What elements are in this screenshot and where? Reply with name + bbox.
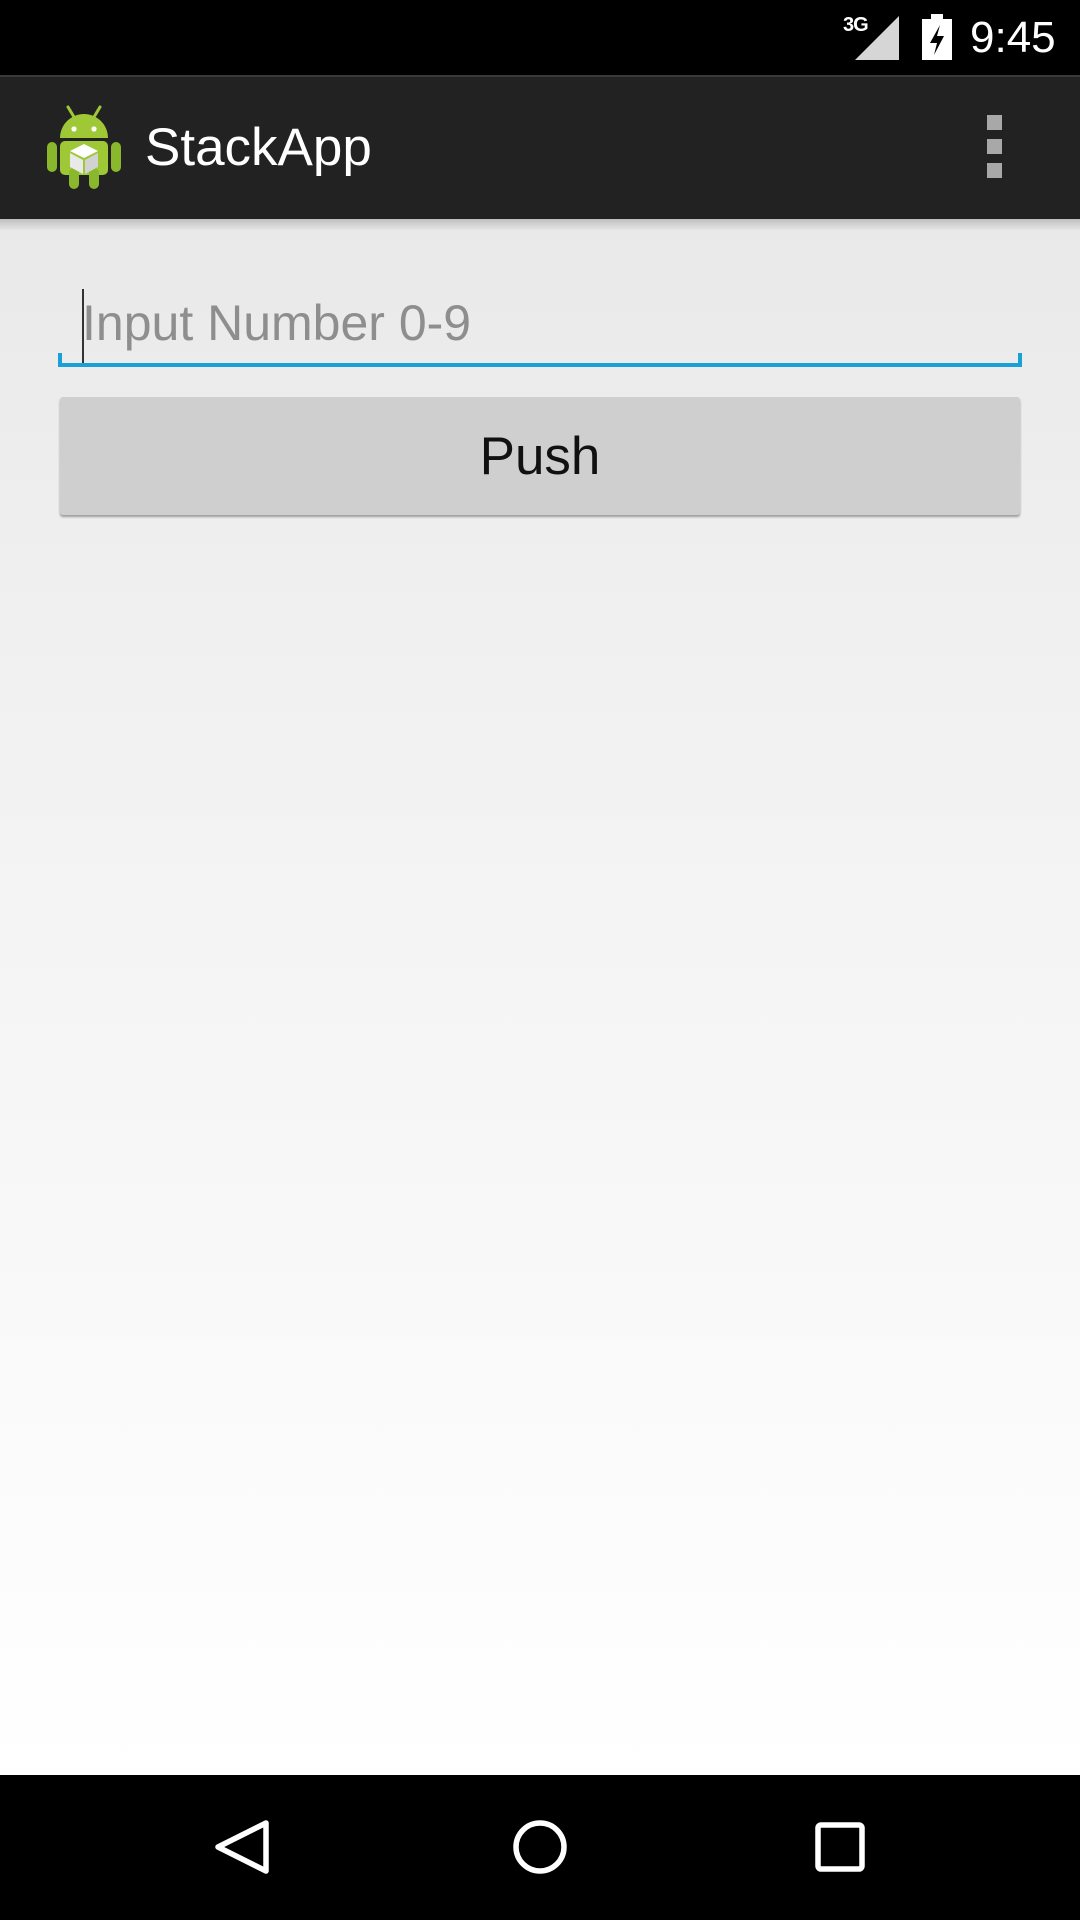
number-input[interactable] — [58, 281, 1022, 365]
navigation-bar — [0, 1775, 1080, 1920]
home-icon — [513, 1820, 567, 1874]
text-cursor — [82, 289, 84, 363]
app-screen: 3G 9:45 StackApp Input Number 0-9 Push — [0, 0, 1080, 1920]
main-content: Push — [0, 219, 1080, 1775]
input-underline — [58, 363, 1022, 367]
home-button[interactable] — [485, 1795, 595, 1900]
signal-icon — [855, 16, 899, 60]
action-bar-shadow — [0, 219, 1080, 231]
recents-icon — [815, 1822, 865, 1872]
input-underline-right-tick — [1018, 353, 1022, 367]
android-app-icon — [47, 105, 121, 189]
status-bar: 3G 9:45 — [0, 0, 1080, 75]
input-underline-left-tick — [58, 353, 62, 367]
action-bar: StackApp — [0, 75, 1080, 219]
push-button[interactable]: Push — [60, 397, 1020, 515]
battery-charging-icon — [922, 14, 952, 60]
back-icon — [215, 1820, 269, 1874]
clock: 9:45 — [970, 13, 1056, 62]
overflow-menu-icon[interactable] — [970, 97, 1022, 197]
number-input-container — [58, 281, 1022, 373]
overflow-dot — [987, 115, 1002, 130]
app-title: StackApp — [145, 118, 372, 177]
overflow-dot — [987, 163, 1002, 178]
back-button[interactable] — [186, 1795, 296, 1900]
overflow-dot — [987, 139, 1002, 154]
recents-button[interactable] — [785, 1795, 895, 1900]
